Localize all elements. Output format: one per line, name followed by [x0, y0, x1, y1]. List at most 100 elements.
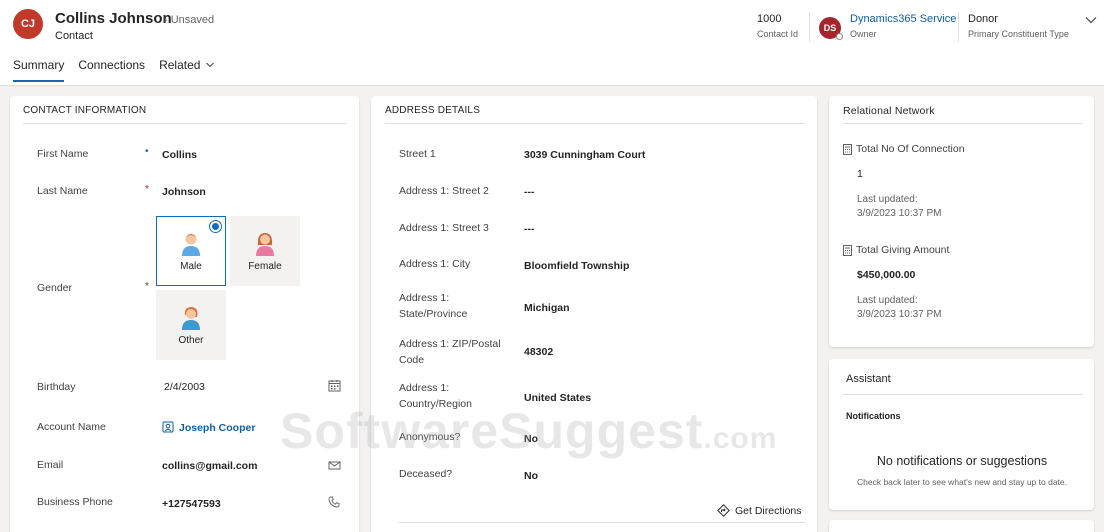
watermark: SoftwareSuggest.com [280, 402, 777, 460]
tab-related[interactable]: Related [159, 58, 215, 78]
send-email-icon[interactable] [328, 460, 341, 472]
business-recommended-indicator: • [145, 146, 149, 157]
gender-option-label: Other [178, 334, 204, 346]
street1-label: Street 1 [399, 148, 436, 160]
directions-icon [717, 504, 730, 517]
zip-label: Address 1: ZIP/Postal Code [399, 338, 501, 366]
section-title: ADDRESS DETAILS [385, 105, 481, 116]
street2-label: Address 1: Street 2 [399, 185, 489, 197]
empty-notifications-message: No notifications or suggestions [876, 454, 1048, 468]
deceased-label: Deceased? [399, 468, 453, 480]
business-phone-label: Business Phone [37, 496, 113, 508]
birthday-label: Birthday [37, 381, 76, 393]
gender-option-other[interactable]: Other [156, 290, 226, 360]
section-divider [843, 123, 1083, 124]
constituent-type-label: Primary Constituent Type [968, 29, 1069, 39]
empty-notifications-hint: Check back later to see what's new and s… [857, 477, 1067, 487]
section-divider [385, 123, 805, 124]
street3-label: Address 1: Street 3 [399, 222, 489, 234]
calendar-icon[interactable] [328, 379, 341, 392]
record-avatar: CJ [13, 9, 43, 39]
address-details-section: ADDRESS DETAILS Street 1 3039 Cunningham… [371, 96, 817, 532]
expand-header-chevron-icon[interactable] [1084, 13, 1098, 27]
total-connections-value: 1 [857, 168, 863, 180]
city-label: Address 1: City [399, 258, 471, 270]
street1-field[interactable]: 3039 Cunningham Court [524, 149, 645, 161]
required-indicator: * [145, 184, 149, 195]
female-person-icon [256, 232, 274, 256]
birthday-field[interactable]: 2/4/2003 [164, 381, 205, 393]
header-divider [809, 12, 810, 42]
email-label: Email [37, 459, 64, 471]
first-name-field[interactable]: Collins [162, 149, 197, 161]
header-owner: Dynamics365 Service Owner [850, 13, 956, 39]
relational-network-section: Relational Network Total No Of Connectio… [829, 96, 1094, 347]
city-field[interactable]: Bloomfield Township [524, 260, 629, 272]
tab-connections-label: Connections [78, 58, 146, 72]
gender-label: Gender [37, 282, 73, 294]
account-icon [162, 421, 174, 433]
male-person-icon [182, 233, 200, 256]
chevron-down-icon [206, 62, 215, 68]
radio-selected-icon [209, 220, 222, 233]
watermark-text: SoftwareSuggest [280, 403, 704, 459]
zip-field[interactable]: 48302 [524, 346, 553, 358]
contact-information-section: CONTACT INFORMATION First Name • Collins… [10, 96, 359, 532]
notifications-heading: Notifications [846, 411, 901, 421]
record-entity-type: Contact [55, 30, 93, 42]
assistant-title: Assistant [846, 373, 891, 385]
get-directions-label: Get Directions [735, 504, 802, 517]
record-unsaved-status: - Unsaved [164, 14, 215, 26]
calculator-icon [843, 143, 852, 155]
total-giving-label-text: Total Giving Amount [856, 244, 950, 256]
account-name-link[interactable]: Joseph Cooper [179, 422, 255, 434]
record-title: Collins Johnson [55, 10, 172, 27]
state-field[interactable]: Michigan [524, 302, 570, 314]
email-field[interactable]: collins@gmail.com [162, 460, 257, 472]
owner-link[interactable]: Dynamics365 Service [850, 13, 956, 25]
header-divider [958, 12, 959, 42]
record-header: CJ Collins Johnson - Unsaved Contact 100… [0, 0, 1104, 86]
phone-icon[interactable] [328, 496, 340, 508]
header-constituent-type: Donor Primary Constituent Type [968, 13, 1069, 39]
tab-connections[interactable]: Connections [78, 58, 145, 78]
contact-id-label: Contact Id [757, 29, 799, 39]
form-tabs: Summary Connections Related [13, 58, 229, 82]
presence-status-icon [836, 33, 843, 40]
get-directions-button[interactable]: Get Directions [717, 504, 802, 517]
section-title: Relational Network [843, 105, 935, 117]
section-divider [23, 123, 347, 124]
contact-id-value: 1000 [757, 13, 782, 25]
header-contact-id: 1000 Contact Id [757, 13, 798, 39]
section-divider [399, 522, 805, 523]
calculator-icon [843, 244, 852, 256]
last-name-field[interactable]: Johnson [162, 186, 206, 198]
connections-last-updated-label: Last updated: [857, 194, 918, 205]
giving-last-updated-value: 3/9/2023 10:37 PM [857, 309, 942, 320]
deceased-field[interactable]: No [524, 470, 538, 482]
street3-field[interactable]: --- [524, 223, 535, 235]
required-indicator: * [145, 281, 149, 292]
watermark-suffix: .com [703, 422, 778, 455]
tab-summary[interactable]: Summary [13, 58, 65, 82]
gender-option-female[interactable]: Female [230, 216, 300, 286]
last-name-label: Last Name [37, 185, 88, 197]
business-phone-field[interactable]: +127547593 [162, 498, 221, 510]
next-section [829, 520, 1094, 532]
gender-option-label: Male [180, 260, 202, 272]
section-title: CONTACT INFORMATION [23, 105, 147, 116]
tab-summary-label: Summary [13, 58, 65, 72]
street2-field[interactable]: --- [524, 186, 535, 198]
first-name-label: First Name [37, 148, 89, 160]
tab-related-label: Related [159, 58, 201, 72]
owner-label: Owner [850, 29, 877, 39]
total-connections-label: Total No Of Connection [843, 143, 965, 155]
state-label: Address 1: State/Province [399, 292, 468, 320]
constituent-type-value: Donor [968, 13, 998, 25]
other-person-icon [182, 306, 200, 330]
gender-option-male[interactable]: Male [156, 216, 226, 286]
gender-option-label: Female [248, 260, 282, 272]
total-connections-label-text: Total No Of Connection [856, 143, 965, 155]
total-giving-label: Total Giving Amount [843, 244, 949, 256]
account-name-label: Account Name [37, 421, 106, 433]
